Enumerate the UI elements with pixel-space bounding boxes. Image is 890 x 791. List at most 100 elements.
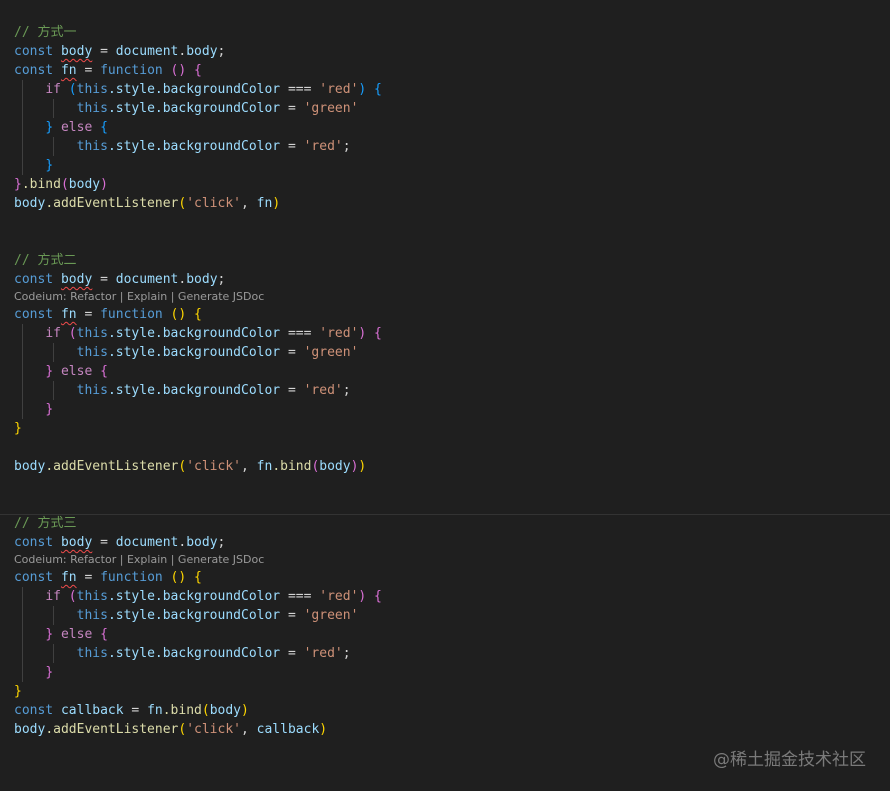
code-line[interactable]: } [14, 663, 890, 682]
variable-name: fn [60, 63, 77, 78]
this-keyword: this [76, 101, 108, 116]
code-line-empty[interactable] [14, 476, 890, 495]
code-line[interactable]: const body = document.body; [14, 270, 890, 289]
operator: === [280, 589, 320, 604]
watermark: @稀土掘金技术社区 [713, 750, 866, 770]
paren: ( [60, 82, 77, 97]
string: 'red' [303, 646, 343, 661]
property-chain: .style.backgroundColor [107, 589, 281, 604]
property-chain: .style.backgroundColor [107, 608, 281, 623]
code-line[interactable]: const fn = function () { [14, 305, 890, 324]
code-line[interactable]: } [14, 156, 890, 175]
code-line[interactable]: const body = document.body; [14, 42, 890, 61]
codelens-actions[interactable]: Codeium: Refactor | Explain | Generate J… [14, 289, 890, 305]
indent-guide [22, 324, 23, 343]
object: body [14, 459, 46, 474]
code-line[interactable]: } [14, 419, 890, 438]
keyword: const [14, 63, 54, 78]
indent-guide [22, 156, 23, 175]
code-line[interactable]: body.addEventListener('click', fn) [14, 194, 890, 213]
code-line-empty[interactable] [14, 213, 890, 232]
code-line[interactable]: const fn = function () { [14, 568, 890, 587]
this-keyword: this [76, 608, 108, 623]
semicolon: ; [217, 535, 226, 550]
comma: , [241, 459, 257, 474]
paren: ( [60, 326, 77, 341]
property: body [186, 535, 218, 550]
code-line[interactable]: body.addEventListener('click', fn.bind(b… [14, 457, 890, 476]
method: .addEventListener [45, 196, 179, 211]
operator: === [280, 82, 320, 97]
comma: , [241, 722, 257, 737]
code-line[interactable]: if (this.style.backgroundColor === 'red'… [14, 324, 890, 343]
code-line[interactable]: if (this.style.backgroundColor === 'red'… [14, 80, 890, 99]
indent-guide [53, 343, 54, 362]
code-line[interactable]: body.addEventListener('click', callback) [14, 720, 890, 739]
operator: = [76, 63, 101, 78]
code-line[interactable]: this.style.backgroundColor = 'green' [14, 343, 890, 362]
code-line[interactable]: } else { [14, 118, 890, 137]
keyword: const [14, 570, 54, 585]
semicolon: ; [217, 272, 226, 287]
property-chain: .style.backgroundColor [107, 101, 281, 116]
method: .addEventListener [45, 459, 179, 474]
property-chain: .style.backgroundColor [107, 646, 281, 661]
property-chain: .style.backgroundColor [107, 345, 281, 360]
indent-guide [53, 606, 54, 625]
brace: } [45, 364, 54, 379]
code-line[interactable]: } [14, 682, 890, 701]
paren: ) [241, 703, 249, 718]
code-line[interactable]: // 方式一 [14, 23, 890, 42]
code-line-empty[interactable] [14, 438, 890, 457]
code-line[interactable]: } [14, 400, 890, 419]
brace: { [366, 82, 382, 97]
code-line[interactable]: const callback = fn.bind(body) [14, 701, 890, 720]
code-line[interactable]: // 方式三 [14, 514, 890, 533]
code-line-empty[interactable] [14, 495, 890, 514]
code-line[interactable]: this.style.backgroundColor = 'red'; [14, 381, 890, 400]
operator: === [280, 326, 320, 341]
code-line[interactable]: this.style.backgroundColor = 'red'; [14, 137, 890, 156]
brace: { [366, 326, 382, 341]
string: 'green' [303, 101, 359, 116]
brace: { [100, 627, 108, 642]
object: body [14, 196, 46, 211]
code-line-empty[interactable] [14, 232, 890, 251]
code-line[interactable]: const body = document.body; [14, 533, 890, 552]
code-editor[interactable]: // 方式一 const body = document.body; const… [14, 23, 890, 739]
indent-guide [22, 118, 23, 137]
keyword: function [100, 307, 163, 322]
brace: { [194, 570, 202, 585]
string: 'red' [319, 589, 359, 604]
variable-name: body [60, 535, 93, 550]
keyword: const [14, 307, 54, 322]
keyword: const [14, 703, 54, 718]
code-line[interactable]: }.bind(body) [14, 175, 890, 194]
keyword: else [53, 627, 101, 642]
indent-guide [53, 381, 54, 400]
paren: ) [358, 459, 367, 474]
brace: } [45, 627, 54, 642]
code-line[interactable]: const fn = function () { [14, 61, 890, 80]
code-line[interactable]: this.style.backgroundColor = 'green' [14, 99, 890, 118]
operator: = [280, 101, 304, 116]
keyword: else [53, 120, 101, 135]
paren: ( [60, 177, 69, 192]
paren: ) [100, 177, 108, 192]
codelens-actions[interactable]: Codeium: Refactor | Explain | Generate J… [14, 552, 890, 568]
indent-guide [22, 99, 23, 118]
code-line[interactable]: if (this.style.backgroundColor === 'red'… [14, 587, 890, 606]
property-chain: .style.backgroundColor [107, 383, 281, 398]
code-line[interactable]: } else { [14, 625, 890, 644]
parens: () [162, 307, 195, 322]
code-line[interactable]: this.style.backgroundColor = 'red'; [14, 644, 890, 663]
comma: , [241, 196, 257, 211]
brace: { [100, 120, 108, 135]
brace: { [194, 307, 202, 322]
paren: ) [272, 196, 281, 211]
object: document [115, 44, 179, 59]
code-line[interactable]: } else { [14, 362, 890, 381]
code-line[interactable]: this.style.backgroundColor = 'green' [14, 606, 890, 625]
operator: = [280, 383, 304, 398]
code-line[interactable]: // 方式二 [14, 251, 890, 270]
